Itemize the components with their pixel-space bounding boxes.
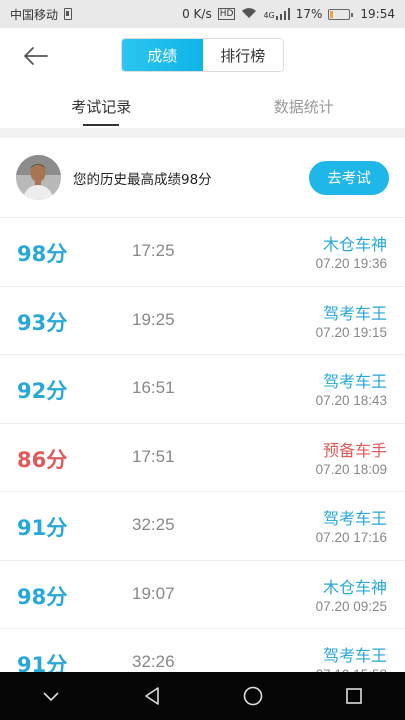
record-duration: 19:07	[132, 583, 175, 603]
record-score: 93分	[17, 310, 68, 335]
tab-exam-records[interactable]: 考试记录	[0, 84, 203, 128]
tab-underline	[83, 124, 120, 126]
nav-home-button[interactable]	[229, 676, 277, 716]
tab-statistics[interactable]: 数据统计	[203, 84, 405, 128]
tab-statistics-label: 数据统计	[273, 97, 334, 116]
wifi-icon	[241, 7, 257, 22]
signal-icon: 4G	[263, 8, 290, 20]
sim-icon	[64, 8, 73, 20]
hd-badge: HD	[217, 8, 236, 20]
segment-leaderboard[interactable]: 排行榜	[202, 39, 283, 71]
record-date: 07.20 18:09	[315, 461, 387, 477]
back-button[interactable]	[18, 40, 52, 72]
arrow-left-icon	[24, 47, 48, 65]
record-score: 91分	[17, 653, 68, 672]
record-score: 86分	[17, 447, 68, 472]
record-duration: 32:26	[132, 652, 175, 671]
battery-percent: 17%	[295, 7, 323, 21]
best-score-text: 您的历史最高成绩98分	[73, 171, 212, 188]
chevron-down-icon	[43, 692, 59, 702]
subtabs: 考试记录 数据统计	[0, 84, 405, 128]
net-speed: 0 K/s	[182, 7, 212, 21]
home-circle-icon	[243, 686, 263, 706]
record-duration: 19:25	[132, 309, 175, 329]
record-title: 预备车手	[322, 440, 387, 460]
recents-square-icon	[346, 688, 363, 704]
record-date: 07.20 09:25	[315, 598, 387, 614]
battery-icon	[328, 8, 354, 20]
record-duration: 17:25	[132, 241, 175, 260]
record-date: 07.20 17:16	[315, 530, 387, 545]
avatar	[16, 155, 61, 200]
record-title: 驾考车王	[322, 509, 387, 528]
record-title: 木仓车神	[322, 235, 387, 254]
signal-label: 4G	[263, 11, 275, 20]
record-date: 07.20 19:15	[315, 324, 387, 340]
record-score: 98分	[17, 242, 68, 266]
tab-exam-records-label: 考试记录	[71, 97, 132, 116]
record-score: 91分	[17, 516, 68, 540]
carrier-label: 中国移动	[10, 7, 59, 22]
record-row[interactable]: 93分 19:25 驾考车王 07.20 19:15	[0, 287, 405, 355]
segment-control: 成绩 排行榜	[121, 38, 284, 72]
record-row[interactable]: 98分 19:07 木仓车神 07.20 09:25	[0, 561, 405, 629]
record-date: 07.20 19:36	[315, 256, 387, 271]
record-score: 98分	[17, 584, 68, 609]
take-exam-button[interactable]: 去考试	[309, 160, 389, 195]
segment-scores[interactable]: 成绩	[122, 39, 203, 71]
record-row[interactable]: 92分 16:51 驾考车王 07.20 18:43	[0, 355, 405, 424]
record-duration: 17:51	[132, 446, 175, 466]
system-nav-bar	[0, 672, 405, 720]
record-row[interactable]: 86分 17:51 预备车手 07.20 18:09	[0, 424, 405, 492]
back-triangle-icon	[145, 687, 159, 705]
header: 成绩 排行榜	[0, 28, 405, 84]
record-duration: 32:25	[132, 515, 175, 534]
divider	[0, 128, 405, 138]
record-duration: 16:51	[132, 378, 175, 397]
record-row[interactable]: 98分 17:25 木仓车神 07.20 19:36	[0, 218, 405, 287]
record-title: 驾考车王	[322, 372, 387, 391]
clock: 19:54	[360, 7, 395, 21]
nav-recents-button[interactable]	[330, 676, 378, 716]
record-title: 驾考车王	[322, 303, 387, 323]
best-score-card: 您的历史最高成绩98分 去考试	[0, 138, 405, 218]
record-score: 92分	[17, 379, 68, 403]
record-list: 98分 17:25 木仓车神 07.20 19:36 93分 19:25 驾考车王 07.20…	[0, 218, 405, 672]
nav-back-button[interactable]	[128, 676, 176, 716]
record-date: 07.20 18:43	[315, 393, 387, 408]
record-title: 驾考车王	[322, 646, 387, 665]
status-bar: 中国移动 0 K/s HD 4G 17% 19:54	[0, 0, 405, 28]
nav-collapse-button[interactable]	[27, 676, 75, 716]
record-row[interactable]: 91分 32:25 驾考车王 07.20 17:16	[0, 492, 405, 561]
record-title: 木仓车神	[322, 577, 387, 597]
record-row[interactable]: 91分32:26驾考车王07.19 15:58	[0, 629, 405, 672]
